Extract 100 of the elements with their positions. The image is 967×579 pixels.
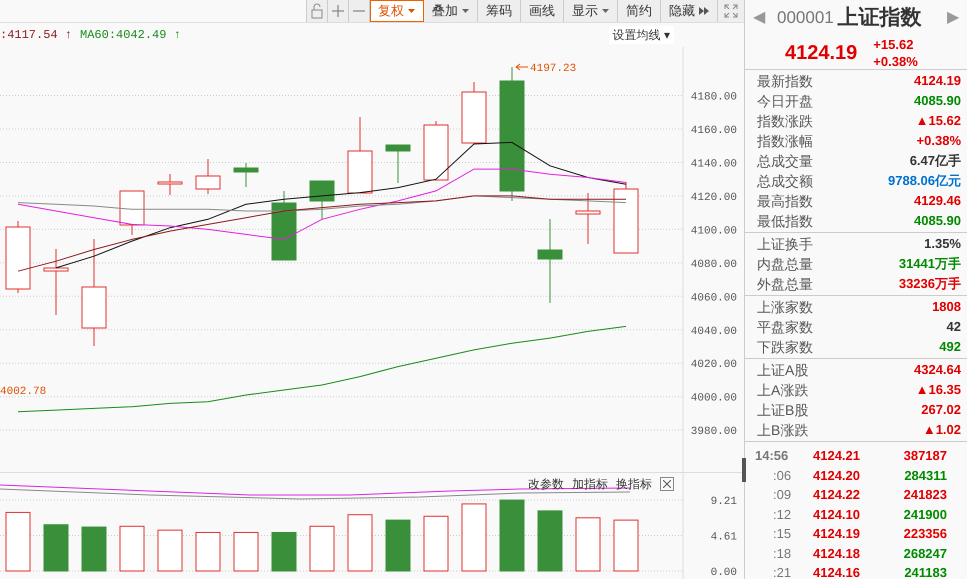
caret-icon [462, 9, 469, 13]
stat-label: 上A涨跌 [757, 380, 808, 400]
tick-volume: 387187 [904, 447, 947, 465]
tick-time: :21 [772, 564, 792, 579]
tick-volume: 241900 [904, 506, 947, 524]
tick-time: :09 [772, 486, 792, 504]
tick-volume: 241823 [904, 486, 947, 504]
plus-button[interactable] [328, 0, 349, 22]
stock-name: 上证指数 [838, 5, 922, 32]
high-marker-arrow [516, 64, 528, 70]
stat-label: 上涨家数 [757, 298, 813, 316]
stat-label: 上证换手 [757, 234, 813, 254]
indicator-link[interactable]: 换指标 [616, 475, 652, 493]
stat-label: 指数涨幅 [757, 132, 813, 150]
fullscreen-button[interactable] [718, 0, 744, 22]
percent-change: +0.38% [873, 53, 918, 70]
tick-price: 4124.22 [813, 486, 861, 504]
lock-icon [310, 3, 324, 19]
stat-value: 1.35% [924, 235, 961, 254]
high-price-label: 4197.23 [530, 63, 576, 75]
stat-label: 指数涨跌 [757, 112, 813, 130]
axis-label: 4100.00 [690, 225, 737, 238]
stat-value: 492 [939, 338, 961, 356]
toolbar-tab[interactable]: 隐藏 [661, 0, 718, 22]
toolbar-tab[interactable]: 显示 [564, 0, 618, 22]
stat-label: 最新指数 [757, 72, 813, 90]
tick-volume: 223356 [904, 525, 947, 543]
moving-average-value: :4117.54 ↑ [0, 27, 72, 44]
stat-label: 上证B股 [757, 400, 808, 420]
stat-value: ▲16.35 [916, 381, 961, 400]
tick-price: 4124.20 [813, 466, 861, 484]
lock-button[interactable] [307, 0, 328, 22]
caret-icon [408, 9, 415, 13]
stat-value: 4085.90 [914, 212, 961, 230]
stat-label: 平盘家数 [757, 318, 813, 336]
stat-value: 1808 [932, 298, 961, 316]
axis-label: 3980.00 [690, 426, 737, 438]
minus-button[interactable] [349, 0, 370, 22]
tick-price: 4124.10 [813, 506, 861, 524]
indicator-link[interactable]: 改参数 [528, 475, 564, 493]
toolbar-tab[interactable]: 复权 [370, 0, 424, 22]
tick-price: 4124.16 [813, 564, 861, 579]
toolbar-tab[interactable]: 叠加 [424, 0, 478, 22]
stock-code: 000001 [777, 7, 834, 30]
tick-time: :18 [772, 544, 792, 562]
axis-label: 4120.00 [690, 192, 737, 204]
panel-toggle-handle[interactable] [742, 458, 746, 482]
fullscreen-icon [724, 4, 738, 18]
stat-value: 4129.46 [914, 192, 961, 210]
stat-label: 内盘总量 [757, 254, 813, 274]
axis-label: 4080.00 [690, 258, 737, 271]
close-button[interactable] [660, 477, 674, 491]
axis-label: 4000.00 [690, 392, 737, 405]
index-price: 4124.19 [785, 41, 858, 66]
stat-value: +0.38% [916, 132, 961, 150]
ma-settings-menu[interactable]: 设置均线 ▾ [608, 26, 674, 44]
axis-label: 4.61 [710, 531, 737, 544]
axis-label: 4040.00 [690, 326, 737, 338]
stat-value: 4324.64 [914, 361, 961, 380]
stat-label: 总成交额 [757, 172, 813, 190]
stat-value: 4085.90 [914, 92, 961, 110]
axis-label: 4140.00 [690, 158, 737, 170]
toolbar-tab[interactable]: 筹码 [478, 0, 521, 22]
tick-price: 4124.21 [813, 447, 861, 465]
tick-price: 4124.18 [813, 544, 861, 562]
stat-value: 31441万手 [898, 255, 961, 274]
axis-label: 4060.00 [690, 292, 737, 304]
tick-price: 4124.19 [813, 525, 861, 543]
tick-time: 14:56 [755, 447, 790, 465]
stat-label: 今日开盘 [757, 92, 813, 110]
stat-label: 外盘总量 [757, 274, 813, 294]
double-arrow-icon [699, 7, 709, 15]
tick-time: :12 [772, 506, 792, 524]
stat-value: 6.47亿手 [910, 152, 961, 170]
stat-label: 最低指数 [757, 212, 813, 230]
indicator-link[interactable]: 加指标 [572, 475, 608, 493]
stat-value: ▲1.02 [922, 421, 961, 440]
caret-icon [602, 9, 609, 13]
tick-time: :06 [772, 466, 792, 484]
axis-label: 4160.00 [690, 125, 737, 137]
toolbar-tab[interactable]: 画线 [521, 0, 564, 22]
stat-value: 33236万手 [898, 275, 961, 294]
moving-average-value: MA60:4042.49 ↑ [80, 27, 181, 44]
stat-label: 总成交量 [757, 152, 813, 170]
low-price-label: 4002.78 [0, 386, 46, 398]
axis-label: 4020.00 [690, 359, 737, 372]
stat-label: 下跌家数 [757, 338, 813, 356]
tick-volume: 241183 [904, 564, 947, 579]
toolbar-tab[interactable]: 简约 [618, 0, 661, 22]
stat-value: 42 [946, 318, 961, 336]
stat-value: ▲15.62 [916, 112, 961, 130]
price-change: +15.62 [873, 36, 914, 53]
stat-label: 上B涨跌 [757, 420, 808, 440]
plus-icon [331, 4, 345, 18]
tick-time: :15 [772, 525, 792, 543]
close-icon [663, 480, 671, 488]
stat-value: 267.02 [921, 401, 961, 420]
axis-label: 4180.00 [690, 92, 737, 104]
stat-label: 最高指数 [757, 192, 813, 210]
axis-label: 9.21 [710, 496, 737, 508]
